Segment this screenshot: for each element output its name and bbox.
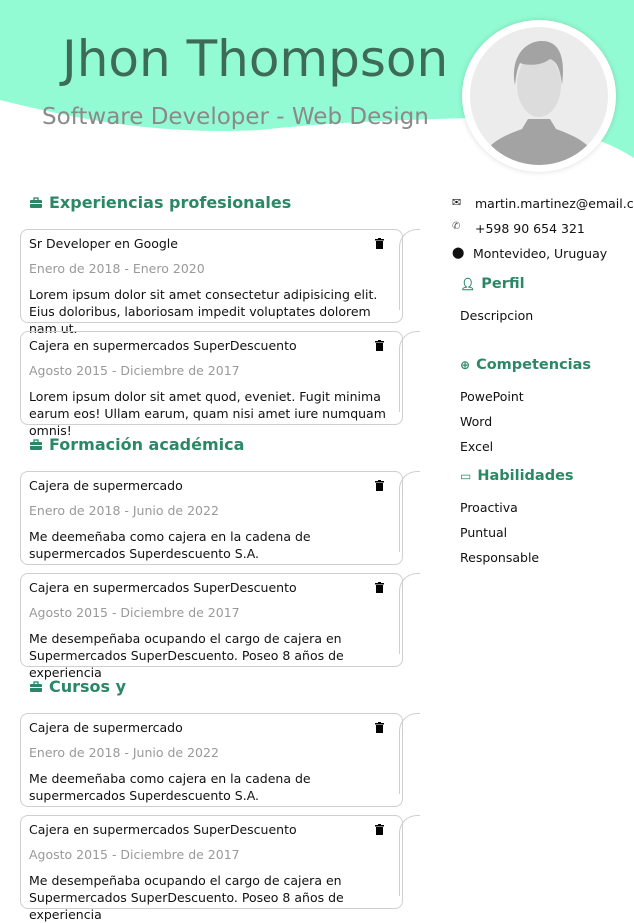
trash-icon[interactable] <box>375 582 384 593</box>
entry-description: Lorem ipsum dolor sit amet quod, eveniet… <box>29 389 386 438</box>
section-heading: Formación académica <box>30 435 244 454</box>
crosshair-icon: ⊕ <box>460 358 471 372</box>
user-silhouette-icon <box>470 27 608 165</box>
entry-card: Cajera en supermercados SuperDescuento A… <box>20 815 420 922</box>
entry-description: Lorem ipsum dolor sit amet consectetur a… <box>29 287 378 336</box>
entry-card: Cajera de supermercado Enero de 2018 - J… <box>20 471 420 565</box>
competencia-item: PowePoint <box>460 389 524 404</box>
entry-card: Cajera en supermercados SuperDescuento A… <box>20 331 420 438</box>
habilidad-item: Puntual <box>460 525 508 540</box>
entry-date: Agosto 2015 - Diciembre de 2017 <box>29 363 240 378</box>
briefcase-icon <box>30 680 42 692</box>
entry-title: Cajera en supermercados SuperDescuento <box>29 338 297 353</box>
perfil-description: Descripcion <box>460 308 534 323</box>
trash-icon[interactable] <box>375 722 384 733</box>
contact-email[interactable]: martin.martinez@email.c <box>475 196 634 211</box>
section-title: Cursos y <box>49 677 127 696</box>
entry-date: Agosto 2015 - Diciembre de 2017 <box>29 847 240 862</box>
entry-title: Cajera en supermercados SuperDescuento <box>29 822 297 837</box>
entry-description: Me deemeñaba como cajera en la cadena de… <box>29 771 311 803</box>
laptop-icon: ▭ <box>460 469 472 483</box>
competencia-item: Excel <box>460 439 494 454</box>
entry-date: Enero de 2018 - Enero 2020 <box>29 261 205 276</box>
briefcase-icon <box>30 438 42 450</box>
habilidades-title: Habilidades <box>477 468 574 484</box>
entry-date: Enero de 2018 - Junio de 2022 <box>29 745 219 760</box>
contact-location: Montevideo, Uruguay <box>473 246 608 261</box>
briefcase-icon <box>30 196 42 208</box>
person-subtitle: Software Developer - Web Design <box>42 104 429 130</box>
habilidades-heading: ▭ Habilidades <box>460 468 574 484</box>
entry-title: Cajera de supermercado <box>29 478 183 493</box>
trash-icon[interactable] <box>375 340 384 351</box>
perfil-heading: 👤︎ Perfil <box>460 276 525 292</box>
entry-description: Me desempeñaba ocupando el cargo de caje… <box>29 631 344 680</box>
section-heading: Experiencias profesionales <box>30 193 291 212</box>
contact-phone: +598 90 654 321 <box>475 221 585 236</box>
person-name: Jhon Thompson <box>62 30 449 88</box>
whatsapp-icon: ✆ <box>452 221 461 232</box>
trash-icon[interactable] <box>375 238 384 249</box>
section-heading: Cursos y <box>30 677 126 696</box>
competencias-heading: ⊕ Competencias <box>460 357 591 373</box>
entry-card: Cajera de supermercado Enero de 2018 - J… <box>20 713 420 807</box>
habilidad-item: Responsable <box>460 550 540 565</box>
entry-description: Me deemeñaba como cajera en la cadena de… <box>29 529 311 561</box>
location-pin-icon: ⬤ <box>452 246 465 259</box>
competencia-item: Word <box>460 414 493 429</box>
entry-card: Sr Developer en Google Enero de 2018 - E… <box>20 229 420 336</box>
section-title: Formación académica <box>49 435 245 454</box>
habilidad-item: Proactiva <box>460 500 518 515</box>
trash-icon[interactable] <box>375 824 384 835</box>
section-title: Experiencias profesionales <box>49 193 292 212</box>
email-icon: ✉ <box>452 196 462 209</box>
trash-icon[interactable] <box>375 480 384 491</box>
user-icon: 👤︎ <box>460 277 476 291</box>
entry-card: Cajera en supermercados SuperDescuento A… <box>20 573 420 680</box>
entry-title: Sr Developer en Google <box>29 236 178 251</box>
entry-title: Cajera en supermercados SuperDescuento <box>29 580 297 595</box>
avatar <box>462 20 616 172</box>
entry-date: Agosto 2015 - Diciembre de 2017 <box>29 605 240 620</box>
entry-date: Enero de 2018 - Junio de 2022 <box>29 503 219 518</box>
entry-title: Cajera de supermercado <box>29 720 183 735</box>
perfil-title: Perfil <box>481 276 525 292</box>
competencias-title: Competencias <box>476 357 592 373</box>
